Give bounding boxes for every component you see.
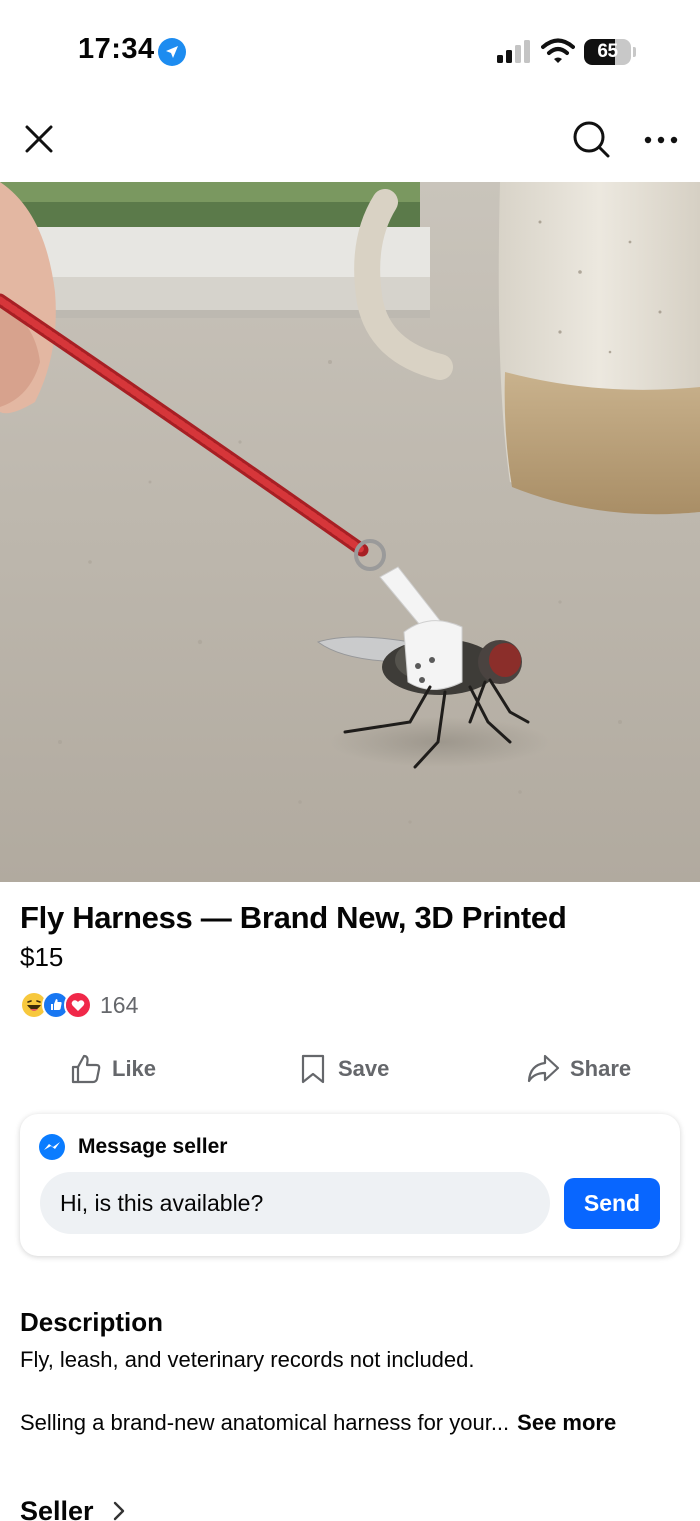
fly-harness-photo bbox=[0, 182, 700, 882]
chevron-right-icon bbox=[113, 1501, 124, 1521]
message-seller-label: Message seller bbox=[78, 1135, 228, 1158]
message-seller-card: Message seller Hi, is this available? Se… bbox=[20, 1114, 680, 1256]
action-row: Like Save Share bbox=[0, 1046, 700, 1092]
save-button[interactable]: Save bbox=[298, 1046, 389, 1092]
location-arrow-icon bbox=[158, 38, 186, 66]
share-arrow-icon bbox=[527, 1054, 560, 1083]
description-heading: Description bbox=[20, 1307, 164, 1337]
like-button[interactable]: Like bbox=[70, 1046, 156, 1092]
more-options-icon bbox=[644, 136, 678, 144]
like-label: Like bbox=[112, 1056, 157, 1081]
send-button[interactable]: Send bbox=[564, 1178, 660, 1229]
status-bar: 17:34 65 bbox=[0, 0, 700, 100]
listing-price: $15 bbox=[20, 942, 64, 972]
message-input-text: Hi, is this available? bbox=[60, 1189, 264, 1216]
share-button[interactable]: Share bbox=[526, 1046, 631, 1092]
cellular-signal-icon bbox=[497, 40, 530, 63]
battery-level-text: 65 bbox=[597, 41, 618, 62]
battery-icon: 65 bbox=[584, 39, 636, 65]
message-input[interactable]: Hi, is this available? bbox=[40, 1172, 550, 1234]
reaction-count: 164 bbox=[100, 991, 139, 1018]
seller-heading: Seller bbox=[20, 1495, 94, 1521]
close-button[interactable] bbox=[20, 120, 58, 158]
bookmark-icon bbox=[301, 1054, 325, 1084]
close-icon bbox=[25, 125, 53, 153]
reaction-summary[interactable]: 164 bbox=[20, 990, 138, 1020]
wifi-icon bbox=[541, 38, 575, 63]
thumbs-up-icon bbox=[71, 1054, 101, 1084]
search-icon bbox=[573, 121, 610, 158]
messenger-icon bbox=[39, 1134, 65, 1160]
love-reaction-icon bbox=[64, 991, 92, 1019]
product-photo[interactable] bbox=[0, 182, 700, 882]
message-seller-header: Message seller bbox=[38, 1132, 227, 1162]
status-time: 17:34 bbox=[78, 33, 155, 65]
see-more-link[interactable]: See more bbox=[517, 1410, 616, 1435]
description-line-1: Fly, leash, and veterinary records not i… bbox=[20, 1347, 475, 1372]
save-label: Save bbox=[338, 1056, 390, 1081]
description-preview: Selling a brand-new anatomical harness f… bbox=[20, 1410, 510, 1435]
more-options-button[interactable] bbox=[640, 125, 682, 155]
listing-title: Fly Harness — Brand New, 3D Printed bbox=[20, 900, 567, 935]
search-button[interactable] bbox=[570, 118, 612, 160]
seller-section[interactable]: Seller bbox=[20, 1493, 126, 1521]
share-label: Share bbox=[570, 1056, 632, 1081]
description-line-2: Selling a brand-new anatomical harness f… bbox=[20, 1410, 616, 1436]
